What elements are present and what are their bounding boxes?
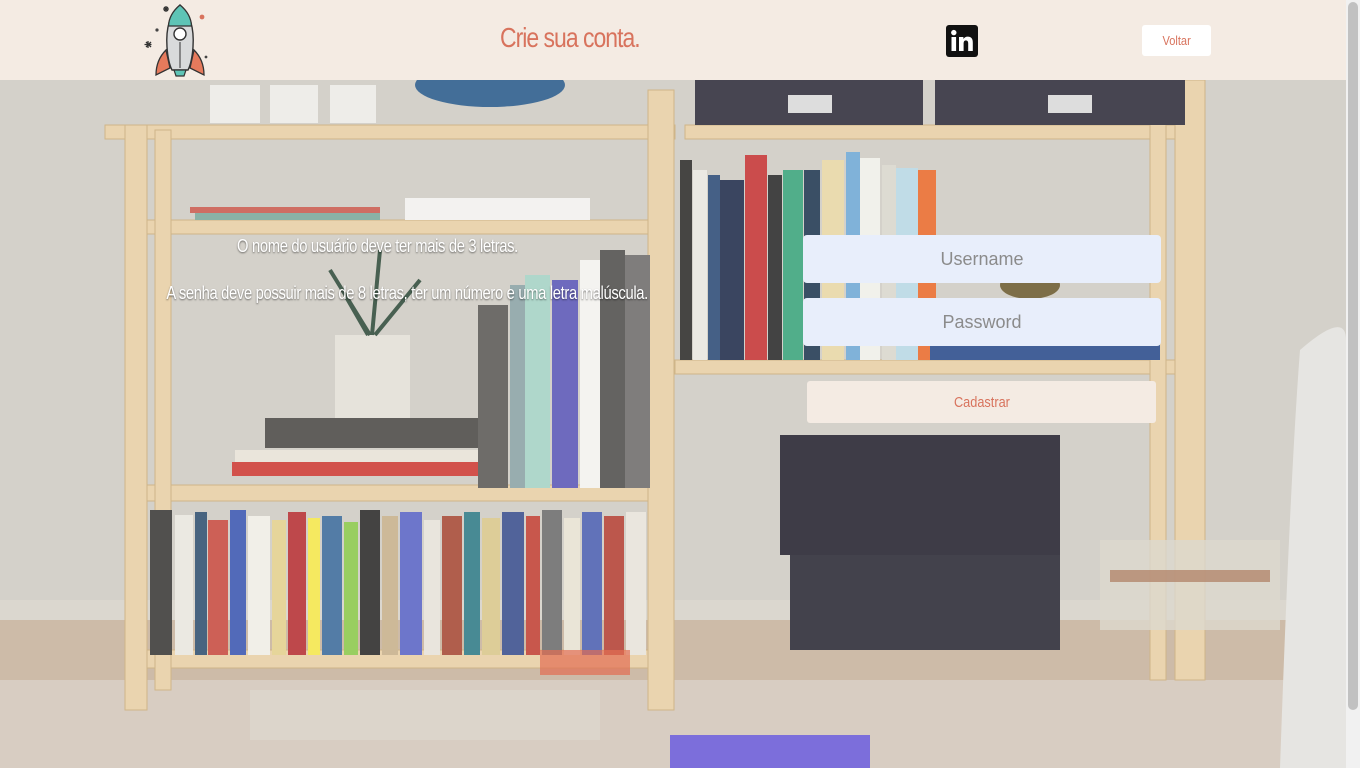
password-rules: O nome do usuário deve ter mais de 3 let… [120,236,648,304]
username-input[interactable] [803,235,1161,283]
password-input[interactable] [803,298,1161,346]
rocket-icon [144,4,208,77]
header: Crie sua conta. Voltar [0,0,1346,80]
back-button[interactable]: Voltar [1142,25,1211,56]
bookshelf-background [0,80,1346,768]
register-button[interactable]: Cadastrar [807,381,1156,423]
password-rule-text: A senha deve possuir mais de 8 letras, t… [166,283,648,303]
scrollbar-thumb[interactable] [1348,2,1358,710]
linkedin-icon[interactable] [946,25,978,57]
page-scrollbar[interactable] [1346,0,1360,768]
username-rule-text: O nome do usuário deve ter mais de 3 let… [237,236,518,256]
page-title: Crie sua conta. [500,22,641,53]
register-button-label: Cadastrar [953,393,1010,411]
back-button-label: Voltar [1162,33,1191,48]
